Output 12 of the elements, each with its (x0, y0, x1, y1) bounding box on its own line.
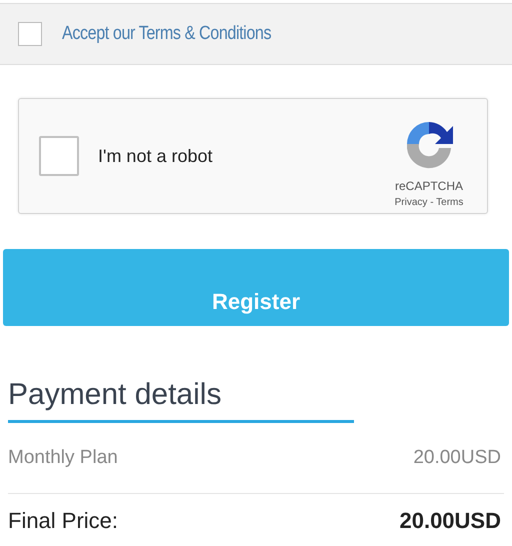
recaptcha-links[interactable]: Privacy - Terms (394, 197, 464, 208)
recaptcha-brand: reCAPTCHA (394, 179, 463, 193)
price-label: Monthly Plan (8, 447, 118, 469)
price-label: Final Price: (8, 508, 118, 534)
captcha-checkbox[interactable] (39, 136, 79, 176)
terms-checkbox[interactable] (18, 22, 42, 46)
captcha-label: I'm not a robot (98, 146, 214, 166)
payment-title: Payment details (8, 378, 354, 423)
price-value: 20.00USD (413, 447, 501, 469)
terms-link[interactable]: Accept our Terms & Conditions (62, 23, 272, 45)
price-value: 20.00USD (399, 508, 501, 534)
register-button[interactable]: Register (3, 249, 509, 326)
